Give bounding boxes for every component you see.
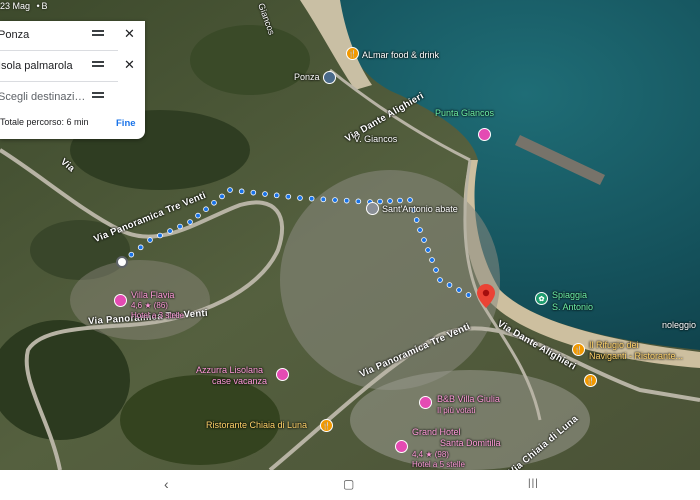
route-dot xyxy=(285,193,292,200)
route-dot xyxy=(203,206,209,213)
poi-label: 4,6 ★ (86) xyxy=(131,301,168,310)
route-dot xyxy=(437,277,443,283)
divider xyxy=(0,81,118,82)
stop-label[interactable]: Ponza xyxy=(0,29,86,41)
route-stop-origin[interactable]: Ponza ✕ xyxy=(0,21,145,49)
poi-label[interactable]: Spiaggia xyxy=(552,290,587,300)
restaurant-pin-icon[interactable]: 🍴 xyxy=(320,419,333,432)
route-dot xyxy=(421,237,427,243)
android-nav-bar: ‹ ▢ ||| xyxy=(0,470,700,500)
route-dot xyxy=(157,232,163,239)
restaurant-pin-icon[interactable]: 🍴 xyxy=(584,374,597,387)
hotel-pin-icon[interactable] xyxy=(478,128,491,141)
hotel-pin-icon[interactable] xyxy=(114,294,127,307)
restaurant-pin-icon[interactable]: 🍴 xyxy=(346,47,359,60)
route-dot xyxy=(308,195,315,202)
drag-handle-icon[interactable] xyxy=(92,30,104,40)
home-button[interactable]: ▢ xyxy=(343,477,354,491)
poi-label[interactable]: Il Rifugio dei xyxy=(589,340,639,350)
route-dot xyxy=(429,257,435,263)
drag-handle-icon[interactable] xyxy=(92,61,104,71)
town-pin-icon[interactable] xyxy=(323,71,336,84)
beach-pin-icon[interactable]: ✿ xyxy=(535,292,548,305)
back-button[interactable]: ‹ xyxy=(164,476,169,492)
status-indicators: • B xyxy=(36,1,48,11)
poi-label: 4,4 ★ (98) xyxy=(412,450,449,459)
hotel-pin-icon[interactable] xyxy=(419,396,432,409)
close-icon[interactable]: ✕ xyxy=(124,26,135,42)
stop-label[interactable]: Isola palmarola xyxy=(0,60,86,72)
route-dot xyxy=(211,200,217,206)
route-dot xyxy=(128,251,135,258)
route-stop-destination[interactable]: Scegli destinazi… xyxy=(0,83,145,111)
route-dot xyxy=(250,189,257,196)
poi-label[interactable]: S. Antonio xyxy=(552,302,593,312)
route-dot xyxy=(355,198,362,205)
road-label: V. Giancos xyxy=(354,134,398,144)
route-stop-waypoint[interactable]: Isola palmarola ✕ xyxy=(0,52,145,80)
destination-pin-icon[interactable] xyxy=(477,284,495,312)
route-dot xyxy=(297,195,303,201)
church-pin-icon[interactable] xyxy=(366,202,379,215)
route-dot xyxy=(195,212,201,219)
poi-label[interactable]: noleggio xyxy=(662,320,696,330)
poi-label: Hotel a 3 stelle xyxy=(131,311,184,320)
poi-label[interactable]: Azzurra Lisolana xyxy=(196,365,263,375)
done-button[interactable]: Fine xyxy=(116,118,136,129)
route-dot xyxy=(465,292,472,298)
poi-label[interactable]: case vacanza xyxy=(212,376,267,386)
origin-marker-icon[interactable] xyxy=(116,256,128,268)
route-total: Totale percorso: 6 min xyxy=(0,117,89,127)
route-dot xyxy=(433,267,439,273)
destination-input[interactable]: Scegli destinazi… xyxy=(0,91,86,103)
route-dot xyxy=(456,287,462,293)
poi-label[interactable]: Punta Giancos xyxy=(435,108,494,118)
poi-label[interactable]: Ponza xyxy=(294,72,320,82)
poi-label[interactable]: Naviganti - Ristorante... xyxy=(589,351,683,361)
poi-label: Il più votati xyxy=(437,406,476,415)
close-icon[interactable]: ✕ xyxy=(124,57,135,73)
route-dot xyxy=(397,197,403,204)
poi-label[interactable]: Sant'Antonio abate xyxy=(382,204,458,214)
drag-handle-icon[interactable] xyxy=(92,92,104,102)
route-dot xyxy=(219,193,225,200)
route-dot xyxy=(387,198,393,204)
route-dot xyxy=(177,223,183,230)
route-dot xyxy=(273,192,280,199)
poi-label[interactable]: Villa Flavia xyxy=(131,290,174,300)
status-date: 23 Mag xyxy=(0,1,31,11)
route-dot xyxy=(425,247,431,253)
route-dot xyxy=(167,228,173,234)
poi-label: Hotel a 5 stelle xyxy=(412,460,465,469)
route-panel: Ponza ✕ Isola palmarola ✕ Scegli destina… xyxy=(0,21,145,139)
route-dot xyxy=(446,282,453,288)
recents-button[interactable]: ||| xyxy=(528,478,539,489)
poi-label[interactable]: Ristorante Chiaia di Luna xyxy=(206,420,307,430)
route-dot xyxy=(137,244,144,251)
route-dot xyxy=(332,197,338,203)
poi-label[interactable]: Grand Hotel xyxy=(412,427,461,437)
restaurant-pin-icon[interactable]: 🍴 xyxy=(572,343,585,356)
poi-label[interactable]: B&B Villa Giulia xyxy=(437,394,500,404)
route-dot xyxy=(238,188,245,195)
route-dot xyxy=(320,196,327,203)
poi-label[interactable]: ALmar food & drink xyxy=(362,50,439,60)
route-dot xyxy=(417,227,423,233)
route-dot xyxy=(147,237,153,243)
route-dot xyxy=(407,197,413,203)
route-dot xyxy=(187,219,193,225)
route-dot xyxy=(413,217,420,223)
hotel-pin-icon[interactable] xyxy=(276,368,289,381)
status-bar: 23 Mag • B xyxy=(0,0,200,14)
route-dot xyxy=(343,197,350,204)
poi-label[interactable]: Santa Domitilla xyxy=(440,438,501,448)
route-dot xyxy=(262,191,268,197)
route-dot xyxy=(227,187,233,193)
hotel-pin-icon[interactable] xyxy=(395,440,408,453)
divider xyxy=(0,50,118,51)
